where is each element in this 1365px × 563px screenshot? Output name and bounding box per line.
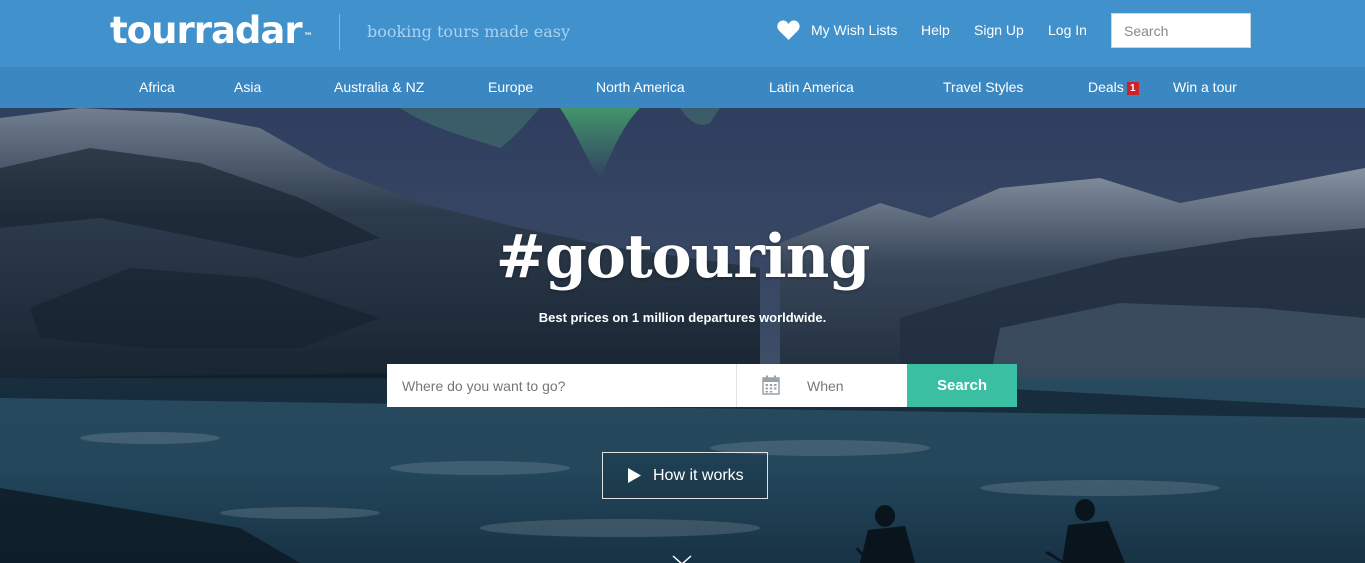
chevron-down-icon[interactable] xyxy=(672,555,692,563)
date-field[interactable] xyxy=(737,364,907,407)
calendar-icon xyxy=(762,375,780,395)
nav-item-europe[interactable]: Europe xyxy=(488,79,533,95)
search-button[interactable]: Search xyxy=(907,364,1017,407)
tourradar-logo[interactable]: tourradar ™ xyxy=(110,9,313,53)
nav-item-latin-america[interactable]: Latin America xyxy=(769,79,854,95)
my-wish-lists-link[interactable]: My Wish Lists xyxy=(811,22,897,38)
top-header: tourradar ™ booking tours made easy My Wi… xyxy=(0,0,1365,67)
sign-up-link[interactable]: Sign Up xyxy=(974,22,1024,38)
how-it-works-button[interactable]: How it works xyxy=(602,452,768,499)
logo-text: tourradar xyxy=(110,9,303,52)
how-it-works-label: How it works xyxy=(653,467,744,484)
nav-item-deals[interactable]: Deals 1 xyxy=(1088,79,1139,96)
heart-icon[interactable] xyxy=(776,19,801,41)
nav-item-travel-styles[interactable]: Travel Styles xyxy=(943,79,1023,95)
deals-count-badge: 1 xyxy=(1126,82,1139,95)
logo-divider xyxy=(339,14,340,50)
nav-item-asia[interactable]: Asia xyxy=(234,79,261,95)
play-icon xyxy=(628,468,641,483)
log-in-link[interactable]: Log In xyxy=(1048,22,1087,38)
tour-search-form: Search xyxy=(387,364,1017,407)
logo-trademark: ™ xyxy=(303,32,313,42)
hero-subtitle: Best prices on 1 million departures worl… xyxy=(538,310,827,325)
hero-title: #gotouring xyxy=(495,222,871,292)
help-link[interactable]: Help xyxy=(921,22,950,38)
nav-item-australia-nz[interactable]: Australia & NZ xyxy=(334,79,424,95)
tagline: booking tours made easy xyxy=(367,22,571,41)
hero-section: #gotouring Best prices on 1 million depa… xyxy=(0,108,1365,563)
nav-item-north-america[interactable]: North America xyxy=(596,79,685,95)
destination-input[interactable] xyxy=(387,364,737,407)
header-search-input[interactable] xyxy=(1111,13,1251,48)
main-nav: Africa Asia Australia & NZ Europe North … xyxy=(0,67,1365,108)
nav-item-deals-label: Deals xyxy=(1088,79,1124,95)
when-input[interactable] xyxy=(792,364,902,407)
nav-item-win-a-tour[interactable]: Win a tour xyxy=(1173,79,1237,95)
nav-item-africa[interactable]: Africa xyxy=(139,79,175,95)
